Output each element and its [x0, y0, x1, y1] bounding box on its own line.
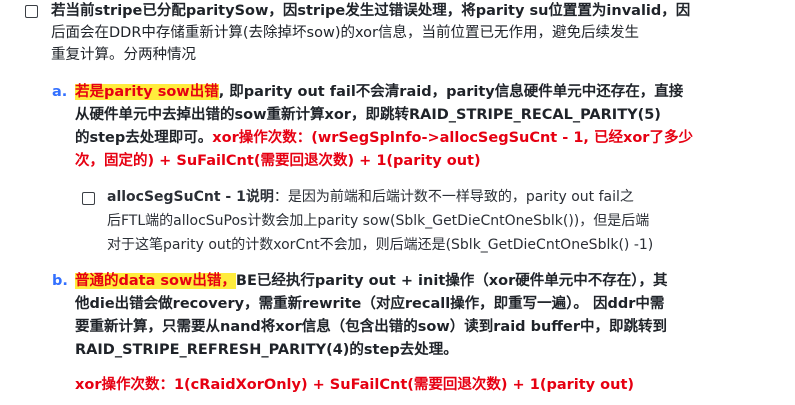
case-b-line-2: 他die出错会做recovery，需重新rewrite（对应recall操作，即…	[75, 296, 665, 312]
note-line-1-text: ：是因为前端和后端计数不一样导致的，parity out fail之	[273, 189, 634, 205]
case-b-xor-count: xor操作次数：1(cRaidXorOnly) + SuFailCnt(需要回退…	[75, 377, 635, 393]
case-a-xor-count: xor操作次数：(wrSegSplnfo->allocSegSuCnt - 1,…	[212, 130, 693, 146]
note-line-2: 后FTL端的allocSuPos计数会加上parity sow(Sblk_Get…	[107, 213, 650, 229]
note-line-1: allocSegSuCnt - 1说明：是因为前端和后端计数不一样导致的，par…	[107, 186, 634, 208]
case-a-line-1: 若是parity sow出错, 即parity out fail不会清raid，…	[75, 81, 683, 103]
item1-line-1: 若当前stripe已分配paritySow，因stripe发生过错误处理，将pa…	[51, 3, 691, 19]
note-checkbox[interactable]	[82, 192, 95, 205]
case-a-line-2: 从硬件单元中去掉出错的sow重新计算xor，即跳转RAID_STRIPE_REC…	[75, 107, 661, 123]
note-title: allocSegSuCnt - 1说明	[107, 189, 274, 205]
document-page: 若当前stripe已分配paritySow，因stripe发生过错误处理，将pa…	[0, 0, 795, 405]
case-a-highlight: 若是parity sow出错	[75, 84, 219, 100]
note-line-3: 对于这笔parity out的计数xorCnt不会加，则后端还是(Sblk_Ge…	[107, 237, 654, 253]
todo-checkbox[interactable]	[25, 5, 38, 18]
case-a-line-1-text: , 即parity out fail不会清raid，parity信息硬件单元中还…	[218, 84, 684, 100]
case-a-xor-count-cont: 次，固定的) + SuFailCnt(需要回退次数) + 1(parity ou…	[75, 153, 481, 169]
case-b-line-1: 普通的data sow出错，BE已经执行parity out + init操作（…	[75, 270, 667, 292]
case-a-line-3-text: 的step去处理即可。	[75, 130, 213, 146]
case-a-marker: a.	[52, 84, 68, 100]
case-b-marker: b.	[52, 273, 68, 289]
item1-line-2: 后面会在DDR中存储重新计算(去除掉坏sow)的xor信息，当前位置已无作用，避…	[51, 25, 639, 41]
case-b-line-4: RAID_STRIPE_REFRESH_PARITY(4)的step去处理。	[75, 342, 458, 358]
case-b-line-3: 要重新计算，只需要从nand将xor信息（包含出错的sow）读到raid buf…	[75, 319, 668, 335]
case-b-highlight: 普通的data sow出错，	[75, 273, 236, 289]
case-a-line-3: 的step去处理即可。xor操作次数：(wrSegSplnfo->allocSe…	[75, 127, 693, 149]
item1-line-3: 重复计算。分两种情况	[51, 47, 196, 63]
case-b-line-1-text: BE已经执行parity out + init操作（xor硬件单元中不存在），其	[235, 273, 668, 289]
